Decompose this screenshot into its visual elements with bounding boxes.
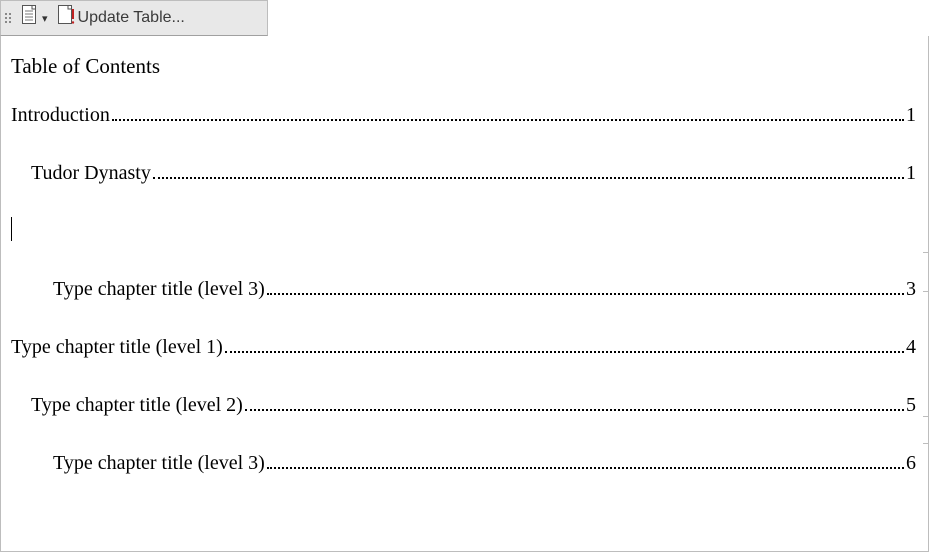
toc-leader-dots <box>267 283 904 295</box>
text-cursor-icon <box>11 217 12 241</box>
toc-entry-text: Tudor Dynasty <box>31 161 151 185</box>
toc-entry-text: Type chapter title (level 3) <box>53 451 265 475</box>
toc-entry[interactable]: Type chapter title (level 3) 3 <box>11 277 916 301</box>
toc-entry[interactable]: Tudor Dynasty 1 <box>11 161 916 185</box>
border-notch-icon <box>923 252 929 292</box>
toc-leader-dots <box>225 341 904 353</box>
update-table-label: Update Table... <box>78 9 185 27</box>
toc-style-dropdown[interactable]: ▾ <box>16 3 52 33</box>
toc-entry-text: Introduction <box>11 103 110 127</box>
toc-leader-dots <box>112 109 904 121</box>
toc-entry[interactable]: Introduction 1 <box>11 103 916 127</box>
toc-entry-page: 1 <box>906 161 916 185</box>
toc-leader-dots <box>245 399 904 411</box>
toolbar-grip-icon <box>5 6 12 30</box>
toc-title: Table of Contents <box>11 54 916 79</box>
toc-entry[interactable]: Type chapter title (level 2) 5 <box>11 393 916 417</box>
document-lines-icon <box>20 4 40 32</box>
toc-leader-dots <box>267 457 904 469</box>
toc-entry-page: 5 <box>906 393 916 417</box>
toc-entry-text: Type chapter title (level 1) <box>11 335 223 359</box>
toc-blank-line[interactable] <box>11 219 916 243</box>
border-notch-icon <box>923 416 929 444</box>
toc-entry-text: Type chapter title (level 3) <box>53 277 265 301</box>
toc-list: Introduction 1 Tudor Dynasty 1 Type chapter … <box>11 103 916 509</box>
toc-entry-page: 6 <box>906 451 916 475</box>
toc-entry[interactable]: Type chapter title (level 3) 6 <box>11 451 916 475</box>
toc-content-area[interactable]: Table of Contents Introduction1Tudor Dyn… <box>0 36 929 552</box>
toc-entry-text: Type chapter title (level 2) <box>31 393 243 417</box>
toc-leader-dots <box>153 167 904 179</box>
chevron-down-icon: ▾ <box>42 12 48 25</box>
toc-toolbar: ▾ Update Table... <box>0 0 268 36</box>
document-alert-icon <box>56 4 76 32</box>
toc-entry[interactable]: Type chapter title (level 1) 4 <box>11 335 916 359</box>
toc-entry-page: 1 <box>906 103 916 127</box>
update-table-button[interactable]: Update Table... <box>52 3 189 33</box>
toc-entry-page: 3 <box>906 277 916 301</box>
toc-entry-page: 4 <box>906 335 916 359</box>
